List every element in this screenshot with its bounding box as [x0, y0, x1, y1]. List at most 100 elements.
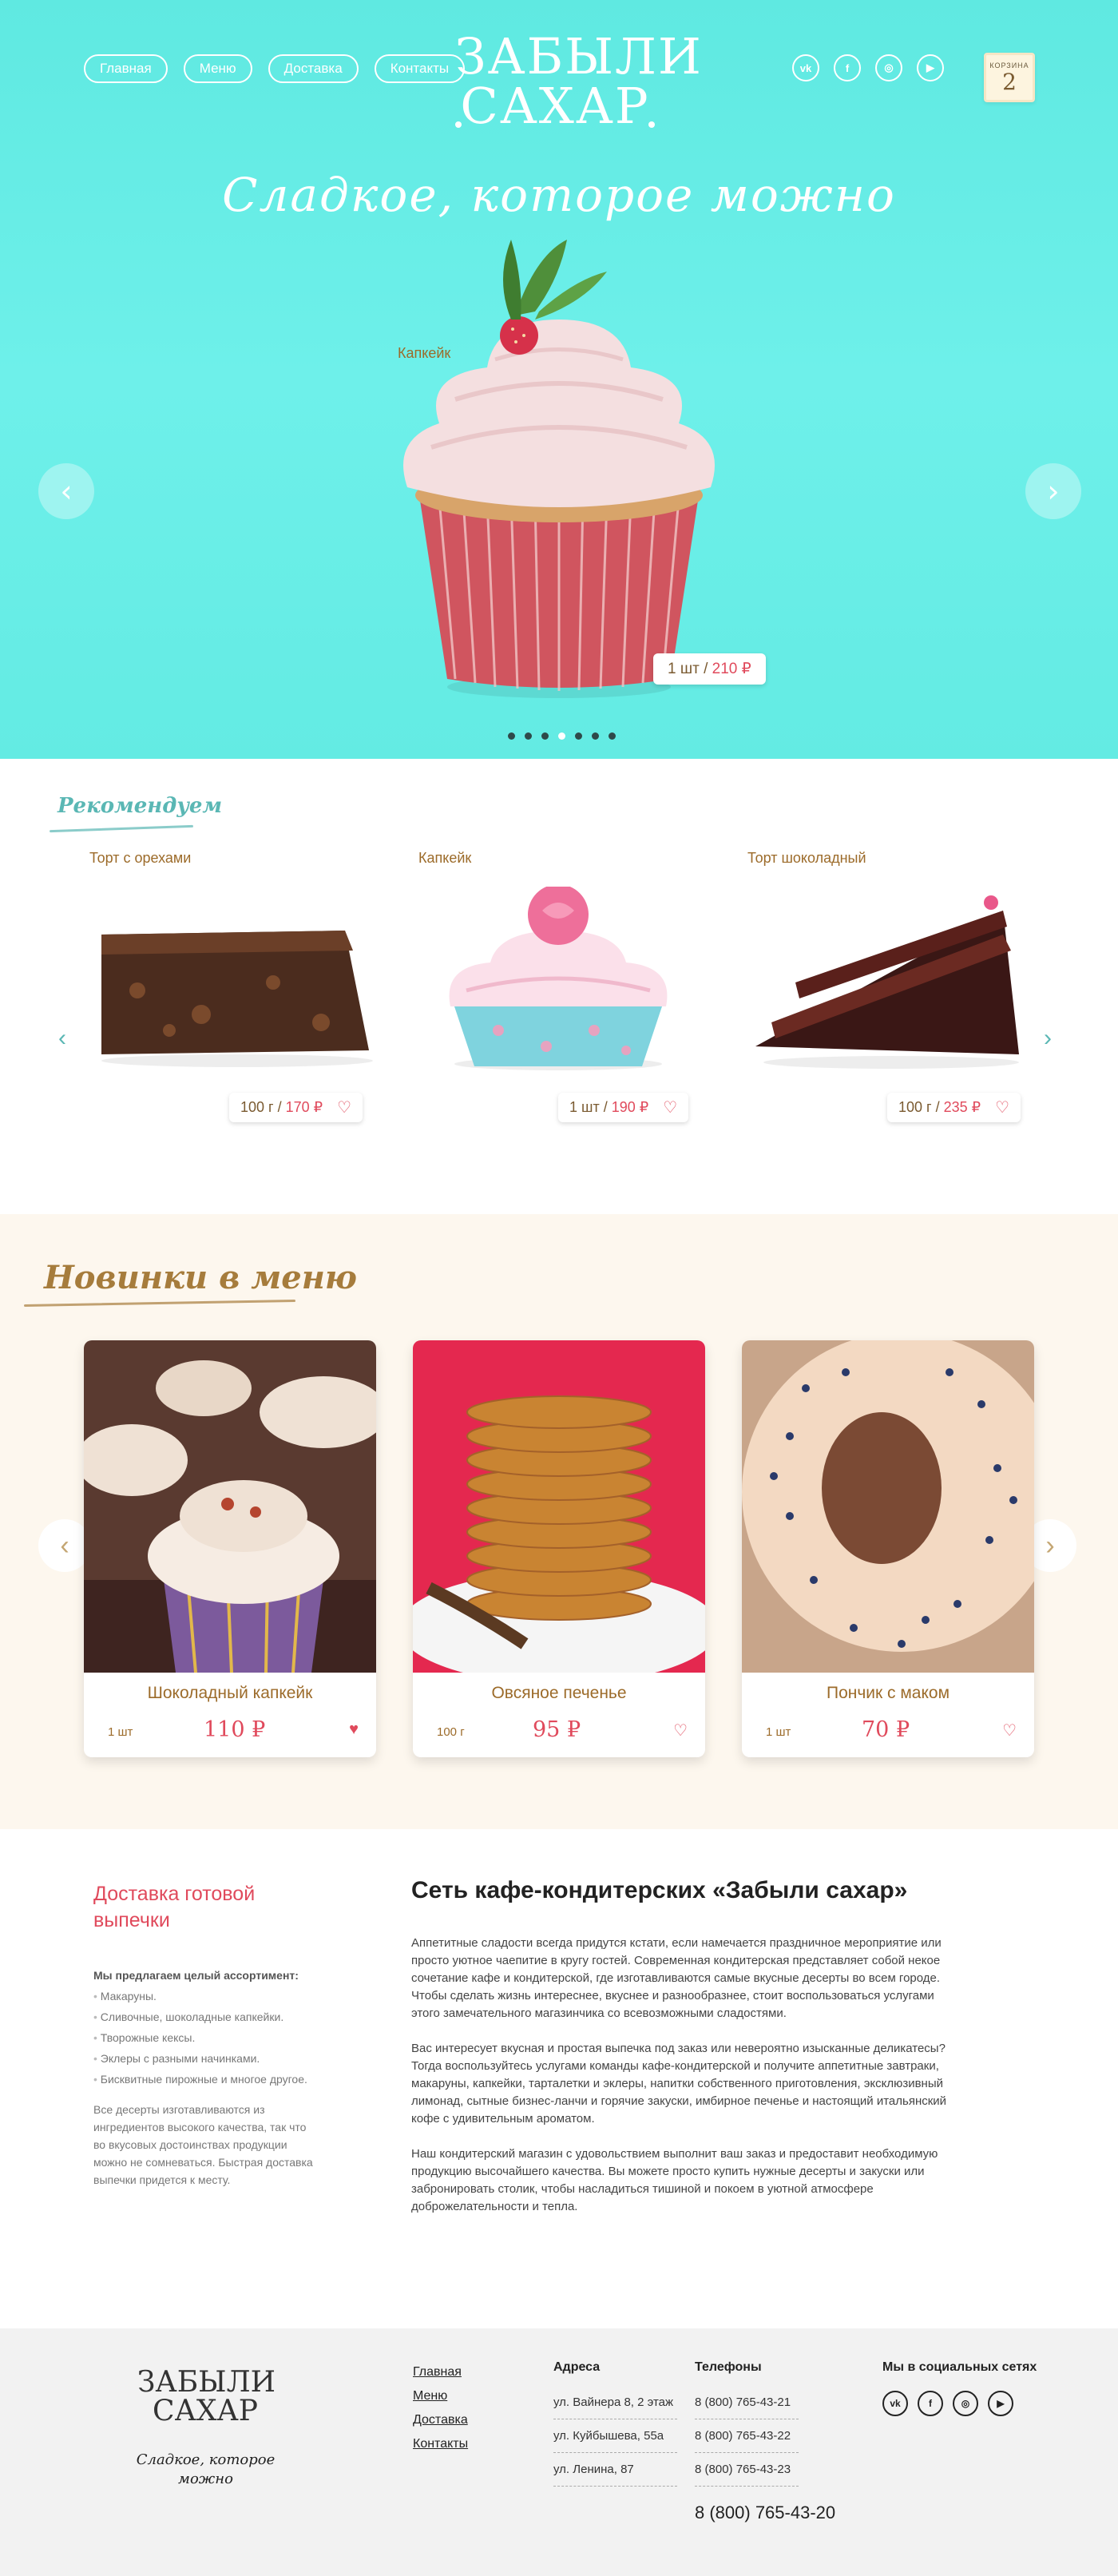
assortment-heading: Мы предлагаем целый ассортимент: — [93, 1969, 299, 1982]
footer-logo[interactable]: Забыли сахар — [137, 2366, 276, 2427]
nut-cake-image — [101, 931, 373, 1067]
vk-icon[interactable]: vk — [792, 54, 819, 81]
new-items-title: Новинки в меню — [44, 1259, 357, 1296]
favorite-heart-icon[interactable]: ♡ — [663, 1097, 677, 1117]
footer-link-delivery[interactable]: Доставка — [413, 2408, 468, 2432]
recommend-section: Рекомендуем ‹ › Торт с орехами 100 г / 1… — [0, 759, 1118, 1214]
nav-home[interactable]: Главная — [84, 54, 168, 83]
product-name: Шоколадный капкейк — [147, 1684, 313, 1702]
product-card[interactable]: Шоколадный капкейк 1 шт 110 ₽ ♥ — [84, 1340, 376, 1757]
about-title: Сеть кафе-кондитерских «Забыли сахар» — [411, 1877, 908, 1903]
recommend-item[interactable]: Торт шоколадный 100 г / 235 ₽ ♡ — [747, 839, 1043, 1134]
product-price: 110 ₽ — [204, 1717, 266, 1742]
assortment-list: Макаруны. Сливочные, шоколадные капкейки… — [93, 1986, 317, 2090]
slide-dot[interactable] — [541, 732, 549, 740]
footer-logo-line1: Забыли — [137, 2366, 276, 2399]
hero-slide-dots — [508, 732, 616, 740]
assortment-item: Творожные кексы. — [93, 2027, 317, 2048]
about-paragraph: Аппетитные сладости всегда придутся кста… — [411, 1936, 942, 2020]
footer: Забыли сахар Сладкое, которое можно Глав… — [0, 2328, 1118, 2576]
phone-item[interactable]: 8 (800) 765-43-21 — [695, 2386, 799, 2419]
footer-link-home[interactable]: Главная — [413, 2360, 468, 2384]
footer-link-contacts[interactable]: Контакты — [413, 2432, 468, 2456]
footer-logo-line2: сахар — [153, 2395, 258, 2427]
product-unit: 1 шт — [108, 1725, 133, 1739]
slide-dot[interactable] — [592, 732, 599, 740]
slide-dot-active[interactable] — [558, 732, 565, 740]
poppy-donut-photo — [742, 1340, 1034, 1673]
hero-next-arrow[interactable]: › — [1025, 463, 1081, 519]
footer-link-menu[interactable]: Меню — [413, 2384, 468, 2408]
recommend-item-price-tag: 100 г / 235 ₽ ♡ — [887, 1093, 1021, 1122]
recommend-item[interactable]: Торт с орехами 100 г / 170 ₽ ♡ — [89, 839, 385, 1134]
hero-section: Главная Меню Доставка Контакты Забыли са… — [0, 0, 1118, 759]
assortment-item: Эклеры с разными начинками. — [93, 2048, 317, 2069]
hero-prev-arrow[interactable]: ‹ — [38, 463, 94, 519]
nav-menu[interactable]: Меню — [183, 54, 252, 83]
assortment-block: Мы предлагаем целый ассортимент: Макарун… — [93, 1965, 317, 2189]
footer-socials: vk f ◎ ▶ — [882, 2391, 1013, 2416]
about-paragraph: Наш кондитерский магазин с удовольствием… — [411, 2147, 938, 2213]
recommend-item-qty: 100 г / — [898, 1099, 940, 1115]
product-price: 95 ₽ — [533, 1717, 581, 1742]
favorite-heart-icon[interactable]: ♡ — [995, 1097, 1009, 1117]
address-item: ул. Куйбышева, 55а — [553, 2419, 677, 2453]
logo-dot — [455, 121, 462, 128]
footer-slogan: Сладкое, которое можно — [136, 2451, 276, 2487]
chocolate-cupcake-photo — [84, 1340, 376, 1673]
social-heading: Мы в социальных сетях — [882, 2360, 1037, 2374]
recommend-item[interactable]: Капкейк 1 шт / 190 ₽ ♡ — [418, 839, 714, 1134]
facebook-icon[interactable]: f — [834, 54, 861, 81]
favorite-heart-icon[interactable]: ♡ — [673, 1721, 688, 1740]
logo-line1: Забыли — [455, 27, 703, 85]
favorite-heart-icon-filled[interactable]: ♥ — [349, 1721, 359, 1739]
slide-dot[interactable] — [525, 732, 532, 740]
nav-delivery[interactable]: Доставка — [268, 54, 359, 83]
site-logo[interactable]: Забыли сахар — [455, 27, 703, 144]
recommend-title: Рекомендуем — [57, 794, 223, 818]
new-items-title-underline — [23, 1300, 296, 1307]
favorite-heart-icon[interactable]: ♡ — [1002, 1721, 1017, 1740]
slide-dot[interactable] — [575, 732, 582, 740]
addresses-heading: Адреса — [553, 2360, 601, 2374]
delivery-title: Доставка готовой выпечки — [93, 1883, 256, 1931]
instagram-icon[interactable]: ◎ — [953, 2391, 978, 2416]
about-section: Доставка готовой выпечки Мы предлагаем ц… — [0, 1829, 1118, 2328]
oatmeal-cookie-photo — [413, 1340, 705, 1684]
cart-button[interactable]: КОРЗИНА 2 — [984, 53, 1035, 102]
hero-price-value: 210 ₽ — [712, 661, 751, 677]
facebook-icon[interactable]: f — [918, 2391, 943, 2416]
recommend-item-price: 190 ₽ — [611, 1099, 649, 1115]
footer-menu: Главная Меню Доставка Контакты — [413, 2360, 468, 2456]
hero-price-qty: 1 шт / — [668, 661, 708, 677]
assortment-item: Макаруны. — [93, 1986, 317, 2006]
nav-contacts[interactable]: Контакты — [374, 54, 466, 83]
address-item: ул. Вайнера 8, 2 этаж — [553, 2386, 677, 2419]
slide-dot[interactable] — [609, 732, 616, 740]
vk-icon[interactable]: vk — [882, 2391, 908, 2416]
recommend-item-name: Капкейк — [418, 850, 472, 866]
youtube-icon[interactable]: ▶ — [988, 2391, 1013, 2416]
logo-line2: сахар — [460, 77, 650, 135]
about-text: Аппетитные сладости всегда придутся кста… — [411, 1935, 962, 2233]
chocolate-cake-image — [755, 895, 1019, 1069]
assortment-item: Бисквитные пирожные и многое другое. — [93, 2069, 317, 2090]
recommend-item-price-tag: 1 шт / 190 ₽ ♡ — [558, 1093, 689, 1122]
slide-dot[interactable] — [508, 732, 515, 740]
hero-price-tag: 1 шт / 210 ₽ — [653, 653, 766, 685]
phone-item[interactable]: 8 (800) 765-43-23 — [695, 2453, 799, 2487]
header-socials: vk f ◎ ▶ — [792, 54, 944, 81]
product-card[interactable]: Пончик с маком 1 шт 70 ₽ ♡ — [742, 1340, 1034, 1757]
product-price: 70 ₽ — [862, 1717, 910, 1742]
product-unit: 100 г — [437, 1725, 465, 1739]
phone-item[interactable]: 8 (800) 765-43-22 — [695, 2419, 799, 2453]
favorite-heart-icon[interactable]: ♡ — [337, 1097, 351, 1117]
product-card[interactable]: Овсяное печенье 100 г 95 ₽ ♡ — [413, 1340, 705, 1757]
recommend-item-qty: 1 шт / — [569, 1099, 608, 1115]
main-phone[interactable]: 8 (800) 765-43-20 — [695, 2503, 835, 2523]
recommend-prev-arrow[interactable]: ‹ — [38, 1014, 86, 1062]
youtube-icon[interactable]: ▶ — [917, 54, 944, 81]
instagram-icon[interactable]: ◎ — [875, 54, 902, 81]
assortment-note: Все десерты изготавливаются из ингредиен… — [93, 2103, 313, 2186]
phones-heading: Телефоны — [695, 2360, 762, 2374]
